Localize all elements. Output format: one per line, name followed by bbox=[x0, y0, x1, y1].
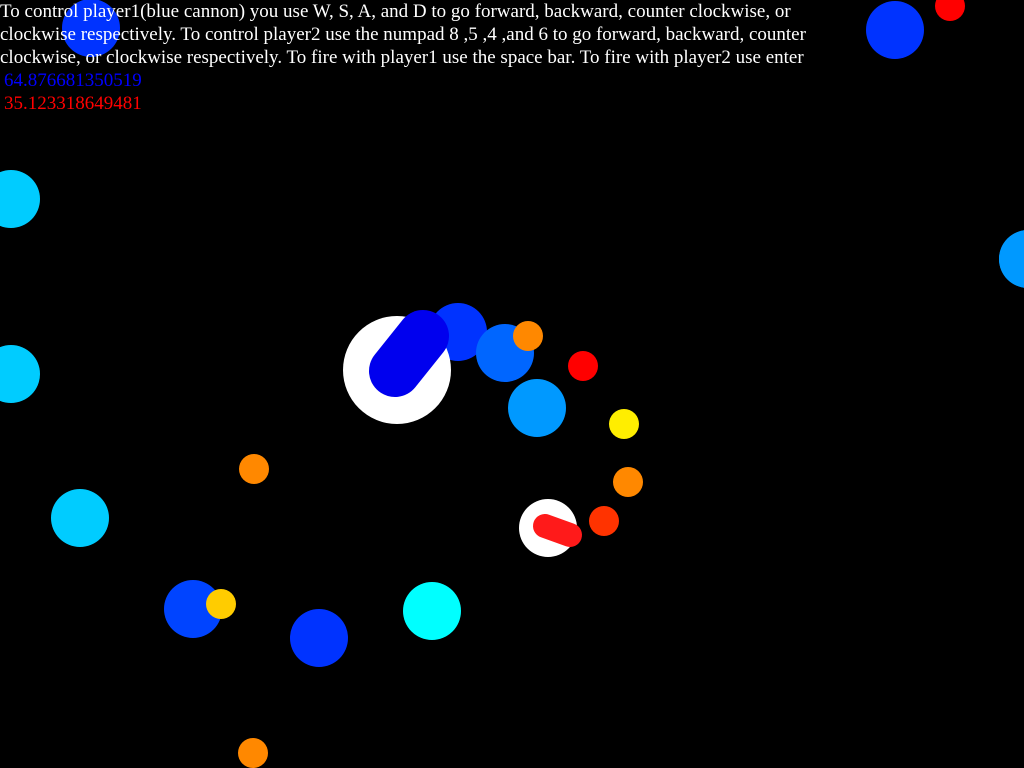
projectile bbox=[999, 230, 1024, 288]
projectile bbox=[290, 609, 348, 667]
projectile bbox=[0, 170, 40, 228]
projectile bbox=[238, 738, 268, 768]
player1-cannon bbox=[343, 310, 451, 424]
projectile bbox=[935, 0, 965, 21]
projectile bbox=[866, 1, 924, 59]
projectile bbox=[508, 379, 566, 437]
player2-score: 35.123318649481 bbox=[4, 93, 142, 114]
hud: To control player1(blue cannon) you use … bbox=[0, 0, 850, 115]
projectile bbox=[239, 454, 269, 484]
projectile bbox=[613, 467, 643, 497]
projectile bbox=[403, 582, 461, 640]
projectile bbox=[0, 345, 40, 403]
playfield bbox=[0, 0, 1024, 768]
player1-cannon-barrel bbox=[369, 310, 449, 397]
projectile bbox=[206, 589, 236, 619]
projectile bbox=[609, 409, 639, 439]
player1-score: 64.876681350519 bbox=[4, 70, 142, 91]
instructions-text: To control player1(blue cannon) you use … bbox=[0, 1, 806, 68]
game-canvas[interactable]: To control player1(blue cannon) you use … bbox=[0, 0, 1024, 768]
projectile bbox=[51, 489, 109, 547]
player2-cannon bbox=[519, 499, 582, 557]
projectile bbox=[568, 351, 598, 381]
player2-cannon-barrel bbox=[533, 514, 582, 547]
projectile bbox=[589, 506, 619, 536]
projectile bbox=[513, 321, 543, 351]
